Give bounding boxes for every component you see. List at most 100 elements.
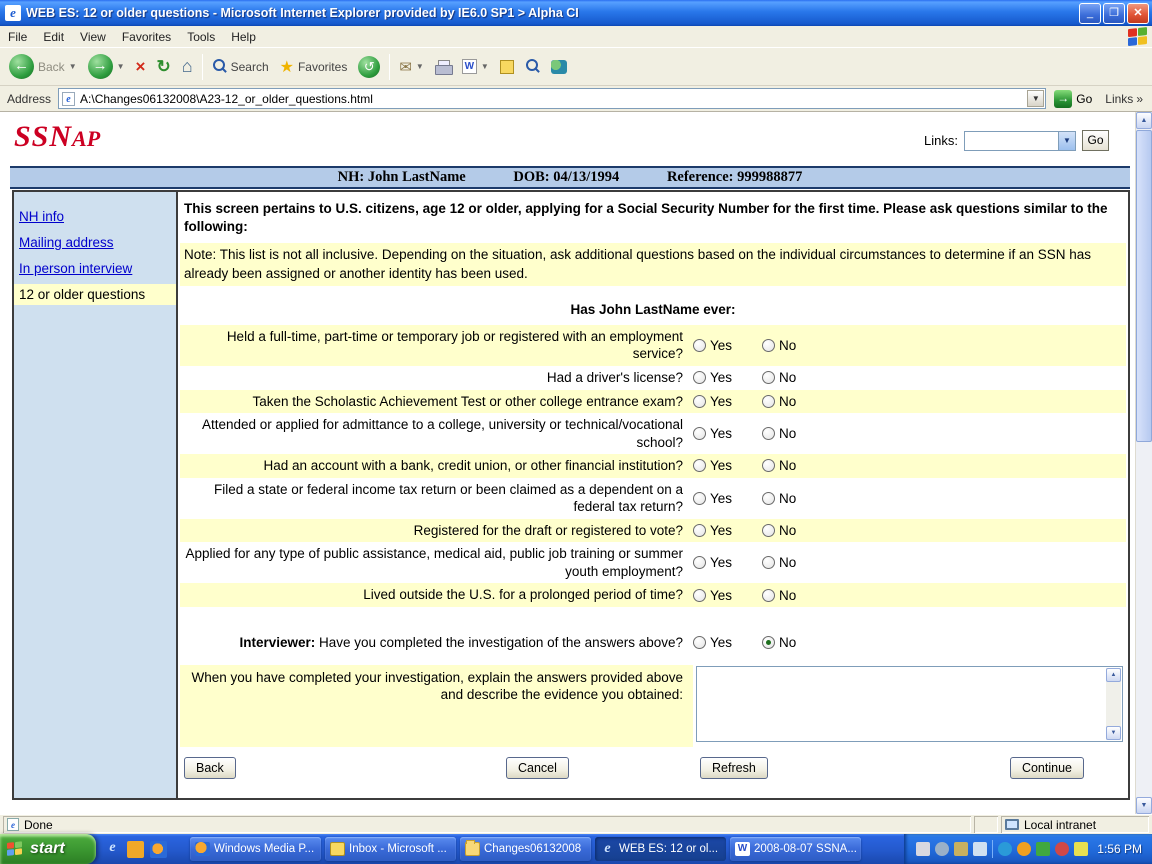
minimize-button[interactable]: _: [1079, 3, 1101, 24]
yes-radio-option[interactable]: Yes: [693, 588, 732, 603]
quick-launch-outlook-icon[interactable]: [127, 841, 144, 858]
sidebar-item-in-person-interview[interactable]: In person interview: [14, 258, 176, 279]
task-windows-media-player[interactable]: Windows Media P...: [190, 837, 321, 861]
radio-icon[interactable]: [762, 589, 775, 602]
tray-icon-2[interactable]: [935, 842, 949, 856]
menu-tools[interactable]: Tools: [179, 27, 223, 47]
favorites-button[interactable]: ★ Favorites: [275, 51, 353, 83]
close-button[interactable]: ✕: [1127, 3, 1149, 24]
home-button[interactable]: ⌂: [177, 51, 198, 83]
search-button[interactable]: Search: [207, 51, 274, 83]
no-radio-option[interactable]: No: [762, 458, 796, 473]
radio-icon[interactable]: [762, 427, 775, 440]
edit-dropdown-icon[interactable]: ▼: [481, 62, 489, 71]
mail-button[interactable]: ✉ ▼: [394, 51, 429, 83]
radio-icon[interactable]: [693, 371, 706, 384]
radio-icon[interactable]: [693, 395, 706, 408]
no-radio-option[interactable]: No: [762, 555, 796, 570]
scrollbar-down-icon[interactable]: ▼: [1136, 797, 1152, 814]
yes-radio-option[interactable]: Yes: [693, 555, 732, 570]
yes-radio-option[interactable]: Yes: [693, 338, 732, 353]
messenger-button[interactable]: [546, 51, 572, 83]
radio-icon[interactable]: [693, 556, 706, 569]
go-button[interactable]: → Go: [1050, 90, 1096, 108]
address-dropdown-icon[interactable]: ▼: [1027, 90, 1044, 107]
yes-radio-option[interactable]: Yes: [693, 458, 732, 473]
combobox-arrow-icon[interactable]: ▼: [1058, 132, 1075, 150]
yes-radio-option[interactable]: Yes: [693, 370, 732, 385]
yes-radio-option[interactable]: Yes: [693, 491, 732, 506]
continue-button[interactable]: Continue: [1010, 757, 1084, 779]
no-radio-option[interactable]: No: [762, 635, 796, 650]
no-radio-option[interactable]: No: [762, 491, 796, 506]
links-combobox[interactable]: ▼: [964, 131, 1076, 151]
radio-icon[interactable]: [762, 556, 775, 569]
radio-icon[interactable]: [693, 589, 706, 602]
radio-icon[interactable]: [693, 636, 706, 649]
address-input[interactable]: e A:\Changes06132008\A23-12_or_older_que…: [58, 88, 1046, 109]
quick-launch-media-icon[interactable]: [150, 841, 167, 858]
no-radio-option[interactable]: No: [762, 394, 796, 409]
tray-icon-9[interactable]: [1074, 842, 1088, 856]
address-value[interactable]: A:\Changes06132008\A23-12_or_older_quest…: [80, 92, 1022, 106]
tray-icon-3[interactable]: [954, 842, 968, 856]
radio-icon[interactable]: [693, 427, 706, 440]
radio-icon[interactable]: [762, 524, 775, 537]
tray-icon-4[interactable]: [973, 842, 987, 856]
print-button[interactable]: [430, 51, 456, 83]
no-radio-option[interactable]: No: [762, 523, 796, 538]
radio-icon[interactable]: [762, 459, 775, 472]
page-go-button[interactable]: Go: [1082, 130, 1109, 151]
sidebar-item-nh-info[interactable]: NH info: [14, 206, 176, 227]
radio-icon[interactable]: [762, 636, 775, 649]
yes-radio-option[interactable]: Yes: [693, 426, 732, 441]
menu-file[interactable]: File: [0, 27, 35, 47]
scrollbar-track[interactable]: [1136, 443, 1152, 797]
radio-icon[interactable]: [762, 395, 775, 408]
scrollbar-up-icon[interactable]: ▲: [1136, 112, 1152, 129]
tray-icon-8[interactable]: [1055, 842, 1069, 856]
refresh-button[interactable]: ↻: [151, 51, 175, 83]
mail-dropdown-icon[interactable]: ▼: [416, 62, 424, 71]
start-button[interactable]: start: [0, 834, 96, 864]
refresh-form-button[interactable]: Refresh: [700, 757, 768, 779]
task-word-document[interactable]: W 2008-08-07 SSNA...: [730, 837, 861, 861]
research-button[interactable]: [520, 51, 545, 83]
task-folder-changes[interactable]: Changes06132008: [460, 837, 591, 861]
sidebar-item-mailing-address[interactable]: Mailing address: [14, 232, 176, 253]
yes-radio-option[interactable]: Yes: [693, 635, 732, 650]
no-radio-option[interactable]: No: [762, 588, 796, 603]
radio-icon[interactable]: [693, 492, 706, 505]
yes-radio-option[interactable]: Yes: [693, 394, 732, 409]
tray-icon-5[interactable]: [998, 842, 1012, 856]
radio-icon[interactable]: [693, 339, 706, 352]
radio-icon[interactable]: [693, 459, 706, 472]
no-radio-option[interactable]: No: [762, 370, 796, 385]
scroll-up-icon[interactable]: ▲: [1106, 668, 1121, 682]
scroll-down-icon[interactable]: ▼: [1106, 726, 1121, 740]
forward-button[interactable]: → ▼: [83, 51, 130, 83]
radio-icon[interactable]: [762, 339, 775, 352]
restore-button[interactable]: ❐: [1103, 3, 1125, 24]
textarea-scrollbar[interactable]: ▲ ▼: [1106, 668, 1121, 740]
back-button[interactable]: ← Back ▼: [4, 51, 82, 83]
back-form-button[interactable]: Back: [184, 757, 236, 779]
sidebar-item-12-or-older-questions[interactable]: 12 or older questions: [14, 284, 176, 305]
cancel-button[interactable]: Cancel: [506, 757, 569, 779]
stop-button[interactable]: ×: [131, 51, 151, 83]
explanation-textarea[interactable]: [696, 666, 1123, 742]
edit-with-word-button[interactable]: W ▼: [457, 51, 494, 83]
tray-icon-7[interactable]: [1036, 842, 1050, 856]
task-outlook-inbox[interactable]: Inbox - Microsoft ...: [325, 837, 456, 861]
history-button[interactable]: ↺: [353, 51, 385, 83]
menu-help[interactable]: Help: [223, 27, 264, 47]
menu-view[interactable]: View: [72, 27, 114, 47]
radio-icon[interactable]: [693, 524, 706, 537]
links-toolbar-toggle[interactable]: Links »: [1100, 92, 1148, 106]
radio-icon[interactable]: [762, 371, 775, 384]
yes-radio-option[interactable]: Yes: [693, 523, 732, 538]
tray-icon-1[interactable]: [916, 842, 930, 856]
no-radio-option[interactable]: No: [762, 338, 796, 353]
quick-launch-ie-icon[interactable]: e: [104, 841, 121, 858]
scrollbar-thumb[interactable]: [1136, 130, 1152, 442]
